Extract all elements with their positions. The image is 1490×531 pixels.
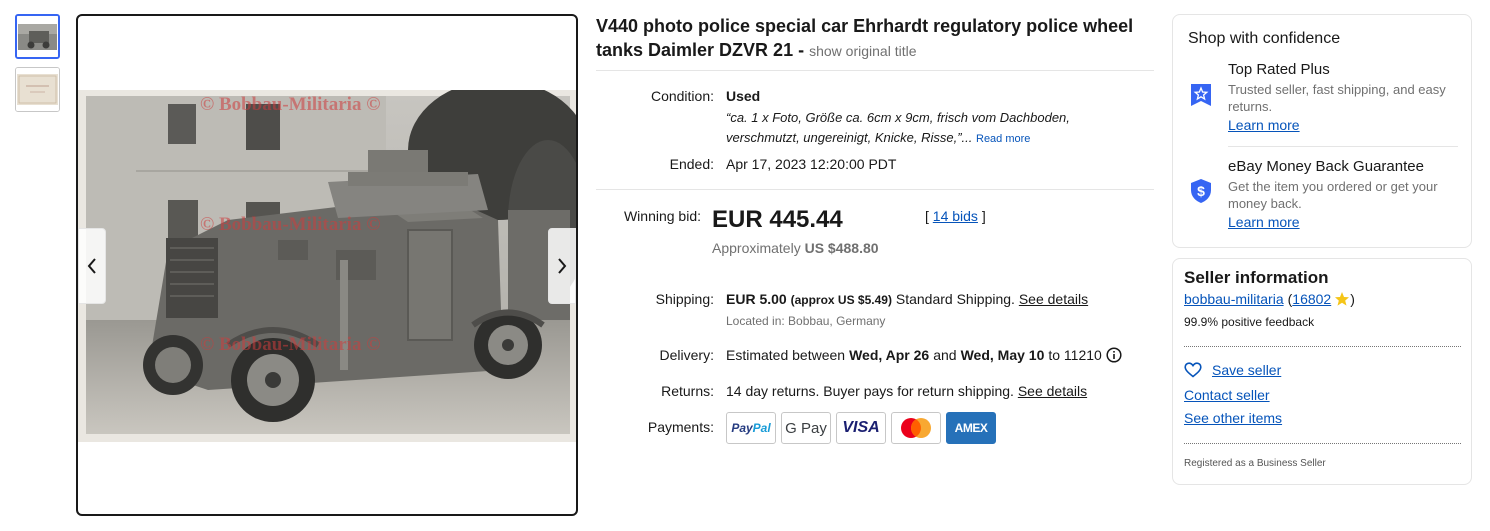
shipping-method: Standard Shipping. (895, 291, 1015, 307)
delivery-value: Estimated between Wed, Apr 26 and Wed, M… (726, 347, 1122, 363)
returns-value: 14 day returns. Buyer pays for return sh… (726, 383, 1087, 399)
svg-text:$: $ (1197, 183, 1205, 199)
watermark-bottom: © Bobbau-Militaria © (200, 334, 381, 355)
thumbnail-2-image (16, 68, 59, 111)
bid-history-link[interactable]: 14 bids (933, 208, 978, 224)
delivery-prefix: Estimated between (726, 347, 846, 363)
feedback-count-link[interactable]: 16802 (1292, 291, 1331, 307)
see-other-items-link[interactable]: See other items (1184, 410, 1282, 426)
contact-seller-link[interactable]: Contact seller (1184, 387, 1270, 403)
payments-label: Payments: (647, 419, 714, 435)
chevron-left-icon (87, 258, 96, 274)
returns-label: Returns: (661, 383, 714, 399)
delivery-start-date: Wed, Apr 26 (849, 347, 930, 363)
shipping-cost: EUR 5.00 (726, 291, 787, 307)
shipping-see-details-link[interactable]: See details (1019, 291, 1088, 307)
bid-count: [ 14 bids ] (925, 208, 986, 224)
condition-label: Condition: (650, 88, 714, 104)
delivery-zip: to 11210 (1048, 347, 1102, 363)
info-icon[interactable] (1106, 347, 1122, 363)
delivery-end-date: Wed, May 10 (960, 347, 1045, 363)
divider (596, 70, 1154, 71)
seller-heading: Seller information (1184, 268, 1329, 287)
money-back-shield-icon: $ (1191, 179, 1211, 203)
positive-feedback: 99.9% positive feedback (1184, 315, 1315, 329)
dotted-divider (1184, 443, 1461, 444)
bids-bracket-close: ] (981, 208, 986, 224)
paypal-logo: PayPal (726, 412, 776, 444)
mastercard-logo (891, 412, 941, 444)
condition-value: Used (726, 88, 761, 104)
thumbnail-1-image (17, 16, 58, 57)
dotted-divider (1184, 346, 1461, 347)
top-rated-learn-more-link[interactable]: Learn more (1228, 117, 1300, 133)
google-pay-label: G Pay (785, 419, 827, 437)
feedback-paren-close: ) (1350, 291, 1355, 307)
shipping-approx: (approx US $5.49) (790, 293, 892, 307)
google-pay-logo: G Pay (781, 412, 831, 444)
main-image-viewer[interactable]: © Bobbau-Militaria © © Bobbau-Militaria … (76, 14, 578, 516)
watermark-middle: © Bobbau-Militaria © (200, 214, 381, 235)
returns-text: 14 day returns. Buyer pays for return sh… (726, 383, 1014, 399)
armored-car-photo (78, 90, 576, 442)
delivery-and: and (933, 347, 957, 363)
previous-image-button[interactable] (78, 228, 106, 304)
save-seller-link[interactable]: Save seller (1212, 362, 1281, 378)
next-image-button[interactable] (548, 228, 576, 304)
seller-name-link[interactable]: bobbau-militaria (1184, 291, 1284, 307)
top-rated-description: Trusted seller, fast shipping, and easy … (1228, 82, 1446, 114)
delivery-label: Delivery: (659, 347, 714, 363)
top-rated-title: Top Rated Plus (1228, 61, 1330, 78)
winning-bid-label: Winning bid: (623, 208, 701, 224)
paypal-label: PayPal (731, 421, 771, 435)
amex-logo: AMEX (946, 412, 996, 444)
card-divider (1228, 146, 1458, 147)
condition-description-line1: “ca. 1 x Foto, Größe ca. 6cm x 9cm, fris… (726, 110, 1070, 125)
item-location: Located in: Bobbau, Germany (726, 314, 886, 328)
top-rated-badge-icon (1191, 84, 1211, 106)
thumbnail-1[interactable] (15, 14, 60, 59)
ended-value: Apr 17, 2023 12:20:00 PDT (726, 156, 897, 172)
divider (596, 189, 1154, 190)
business-seller-note: Registered as a Business Seller (1184, 458, 1326, 469)
shipping-label: Shipping: (655, 291, 714, 307)
approx-prefix: Approximately (712, 240, 801, 256)
save-seller-row[interactable]: Save seller (1184, 362, 1281, 378)
read-more-link[interactable]: Read more (976, 133, 1030, 145)
condition-description: verschmutzt, ungereinigt, Knicke, Risse,… (726, 128, 1030, 149)
approx-value: US $488.80 (804, 240, 879, 256)
heart-icon (1184, 362, 1202, 378)
confidence-heading: Shop with confidence (1188, 30, 1341, 47)
visa-logo: VISA (836, 412, 886, 444)
seller-information-card: Seller information bobbau-militaria ( 16… (1172, 258, 1472, 485)
thumbnail-2[interactable] (15, 67, 60, 112)
chevron-right-icon (558, 258, 567, 274)
shop-with-confidence-card: Shop with confidence Top Rated Plus Trus… (1172, 14, 1472, 248)
watermark-top: © Bobbau-Militaria © (200, 94, 381, 115)
money-back-title: eBay Money Back Guarantee (1228, 158, 1424, 175)
feedback-star-icon (1335, 292, 1350, 306)
money-back-learn-more-link[interactable]: Learn more (1228, 214, 1300, 230)
seller-name-row: bobbau-militaria ( 16802 ) (1184, 291, 1355, 307)
visa-label: VISA (842, 419, 880, 436)
bids-bracket-open: [ (925, 208, 929, 224)
ended-label: Ended: (669, 156, 714, 172)
shipping-value: EUR 5.00 (approx US $5.49) Standard Ship… (726, 291, 1088, 307)
winning-bid-price: EUR 445.44 (712, 206, 843, 233)
item-title: V440 photo police special car Ehrhardt r… (596, 14, 1162, 63)
show-original-title-link[interactable]: show original title (809, 43, 916, 59)
condition-description-line2: verschmutzt, ungereinigt, Knicke, Risse,… (726, 130, 973, 145)
mastercard-icon (901, 418, 931, 438)
approximate-price: Approximately US $488.80 (712, 240, 879, 256)
money-back-description: Get the item you ordered or get your mon… (1228, 179, 1438, 211)
amex-label: AMEX (954, 421, 988, 435)
returns-see-details-link[interactable]: See details (1018, 383, 1087, 399)
payment-methods: PayPal G Pay VISA AMEX (726, 412, 996, 444)
